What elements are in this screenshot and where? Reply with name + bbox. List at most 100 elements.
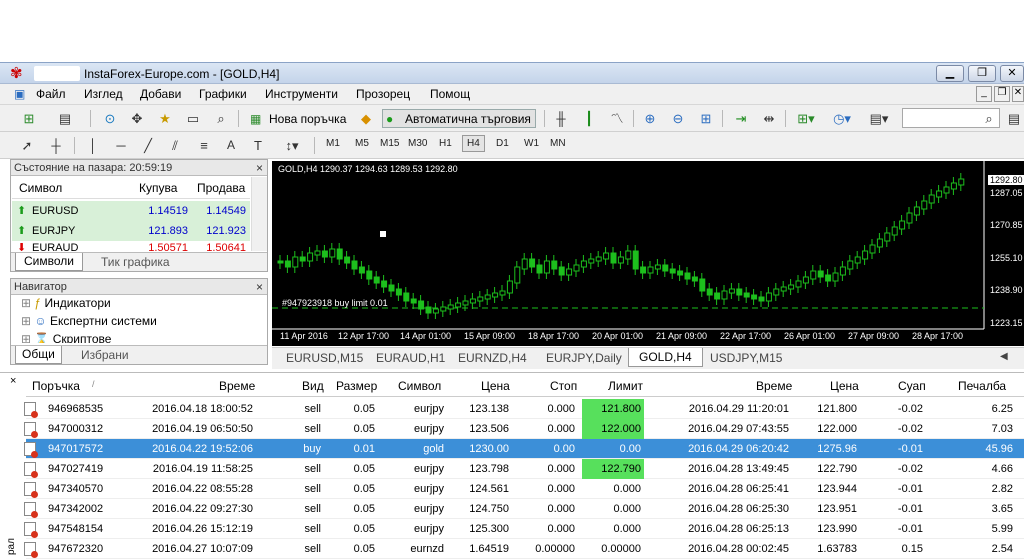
col-price[interactable]: Цена <box>481 379 510 393</box>
menu-window[interactable]: Прозорец <box>356 87 410 101</box>
mdi-close-button[interactable]: ✕ <box>1012 86 1024 102</box>
price-chart[interactable]: GOLD,H4 1290.37 1294.63 1289.53 1292.80 … <box>272 161 1024 346</box>
line-chart-icon[interactable]: 〽 <box>607 109 627 128</box>
timeframe-h4[interactable]: H4 <box>462 135 485 152</box>
auto-scroll-icon[interactable]: ⇥ <box>731 109 751 128</box>
menu-insert[interactable]: Добави <box>140 87 181 101</box>
chart-tab[interactable]: EURJPY,Daily <box>546 351 622 365</box>
col-symbol[interactable]: Символ <box>398 379 441 393</box>
tab-scroll-left-icon[interactable]: ◀ <box>1000 351 1008 362</box>
chart-tab-active[interactable]: GOLD,H4 <box>628 348 703 367</box>
child-window-icon[interactable]: ▣ <box>14 87 25 101</box>
timeframe-m1[interactable]: M1 <box>326 138 340 149</box>
zoom-out-icon[interactable]: ⊖ <box>668 109 688 128</box>
order-cell: gold <box>423 443 444 455</box>
mdi-minimize-button[interactable]: _ <box>976 86 992 102</box>
col-time[interactable]: Време <box>219 379 255 393</box>
col-order[interactable]: Поръчка <box>32 379 80 393</box>
close-button[interactable]: ✕ <box>1000 65 1024 82</box>
data-window-icon[interactable]: ✥ <box>127 109 147 128</box>
col-stop[interactable]: Стоп <box>550 379 577 393</box>
close-icon[interactable]: × <box>256 160 263 176</box>
chart-tab[interactable]: EURAUD,H1 <box>376 351 445 365</box>
market-watch-scrollbar[interactable] <box>251 177 267 251</box>
text-icon[interactable]: A <box>222 136 240 155</box>
menu-help[interactable]: Помощ <box>430 87 470 101</box>
bar-chart-icon[interactable]: ╫ <box>551 109 571 128</box>
new-order-button[interactable]: ▦ Нова поръчка <box>246 109 351 128</box>
chart-tab[interactable]: EURUSD,M15 <box>286 351 363 365</box>
chart-tab[interactable]: EURNZD,H4 <box>458 351 527 365</box>
timeframe-h1[interactable]: H1 <box>439 138 452 149</box>
order-row[interactable]: 947342002 2016.04.22 09:27:30 sell 0.05 eurj… <box>24 499 1024 519</box>
terminal-icon[interactable]: ▭ <box>183 109 203 128</box>
chart-tab[interactable]: USDJPY,M15 <box>710 351 782 365</box>
col-swap[interactable]: Суап <box>898 379 926 393</box>
candlesticks-icon[interactable]: ┃ <box>579 109 599 128</box>
col-size[interactable]: Размер <box>336 379 377 393</box>
order-row[interactable]: 947027419 2016.04.19 11:58:25 sell 0.05 eurj… <box>24 459 1024 479</box>
order-row[interactable]: 947548154 2016.04.26 15:12:19 sell 0.05 eurj… <box>24 519 1024 539</box>
menu-tools[interactable]: Инструменти <box>265 87 338 101</box>
trendline-icon[interactable]: ╱ <box>138 136 158 155</box>
vertical-line-icon[interactable]: │ <box>84 136 102 155</box>
indicators-icon[interactable]: ⊞▾ <box>792 109 820 128</box>
templates-icon[interactable]: ▤▾ <box>864 109 894 128</box>
nav-item[interactable]: ⊞ ƒ Индикатори <box>21 296 111 310</box>
order-icon <box>24 462 38 478</box>
timeframe-m5[interactable]: M5 <box>355 138 369 149</box>
close-icon[interactable]: × <box>10 375 16 387</box>
tester-icon[interactable]: ⌕ <box>211 109 231 128</box>
close-icon[interactable]: × <box>256 279 263 295</box>
market-watch-icon[interactable]: ⊙ <box>100 109 120 128</box>
nav-item[interactable]: ⊞ ⌛ Скриптове <box>21 332 111 343</box>
cursor-icon[interactable]: ➚ <box>18 136 36 155</box>
order-row[interactable]: 947340570 2016.04.22 08:55:28 sell 0.05 eurj… <box>24 479 1024 499</box>
order-row[interactable]: 947672320 2016.04.27 10:07:09 sell 0.05 eurn… <box>24 539 1024 559</box>
timeframe-m30[interactable]: M30 <box>408 138 427 149</box>
menu-charts[interactable]: Графики <box>199 87 247 101</box>
tab-common[interactable]: Общи <box>15 346 62 364</box>
community-icon[interactable]: ▤ <box>1004 109 1024 128</box>
mdi-restore-button[interactable]: ❐ <box>994 86 1010 102</box>
order-row[interactable]: 947000312 2016.04.19 06:50:50 sell 0.05 eurj… <box>24 419 1024 439</box>
text-label-icon[interactable]: T <box>248 136 268 155</box>
menu-file[interactable]: Файл <box>36 87 66 101</box>
market-watch-row[interactable]: ⬇ EURAUD 1.50571 1.50641 <box>12 241 250 252</box>
col-profit[interactable]: Печалба <box>958 379 1006 393</box>
tab-symbols[interactable]: Символи <box>15 253 83 271</box>
profiles-icon[interactable]: ▤ <box>54 109 76 128</box>
nav-item[interactable]: ⊞ ☺ Експертни системи <box>21 314 157 328</box>
timeframe-mn[interactable]: MN <box>550 138 566 149</box>
new-chart-icon[interactable]: ⊞ <box>18 109 40 128</box>
crosshair-icon[interactable]: ┼ <box>46 136 66 155</box>
col-close-time[interactable]: Време <box>756 379 792 393</box>
tab-tick-chart[interactable]: Тик графика <box>97 254 174 272</box>
col-limit[interactable]: Лимит <box>608 379 643 393</box>
channel-icon[interactable]: ⫽ <box>164 136 186 155</box>
col-type[interactable]: Вид <box>302 379 324 393</box>
timeframe-w1[interactable]: W1 <box>524 138 539 149</box>
tab-favorites[interactable]: Избрани <box>77 347 133 365</box>
order-row[interactable]: 946968535 2016.04.18 18:00:52 sell 0.05 eurj… <box>24 399 1024 419</box>
market-watch-row[interactable]: ⬆ EURUSD 1.14519 1.14549 <box>12 201 250 221</box>
horizontal-line-icon[interactable]: ─ <box>110 136 132 155</box>
periods-icon[interactable]: ◷▾ <box>828 109 856 128</box>
tile-windows-icon[interactable]: ⊞ <box>696 109 716 128</box>
restore-button[interactable]: ❐ <box>968 65 996 82</box>
col-close-price[interactable]: Цена <box>830 379 859 393</box>
market-watch-row[interactable]: ⬆ EURJPY 121.893 121.923 <box>12 221 250 241</box>
metaeditor-icon[interactable]: ◆ <box>356 109 376 128</box>
minimize-button[interactable]: ▁ <box>936 65 964 82</box>
chart-shift-icon[interactable]: ⇹ <box>759 109 779 128</box>
menu-view[interactable]: Изглед <box>84 87 123 101</box>
auto-trading-button[interactable]: ● Автоматична търговия <box>382 109 536 128</box>
timeframe-d1[interactable]: D1 <box>496 138 509 149</box>
search-icon[interactable]: ⌕ <box>980 109 998 128</box>
fibonacci-icon[interactable]: ≡ <box>193 136 215 155</box>
timeframe-m15[interactable]: M15 <box>380 138 399 149</box>
arrows-icon[interactable]: ↕▾ <box>278 136 306 155</box>
zoom-in-icon[interactable]: ⊕ <box>640 109 660 128</box>
navigator-icon[interactable]: ★ <box>155 109 175 128</box>
order-row[interactable]: 947017572 2016.04.22 19:52:06 buy 0.01 gold 1… <box>24 439 1024 459</box>
